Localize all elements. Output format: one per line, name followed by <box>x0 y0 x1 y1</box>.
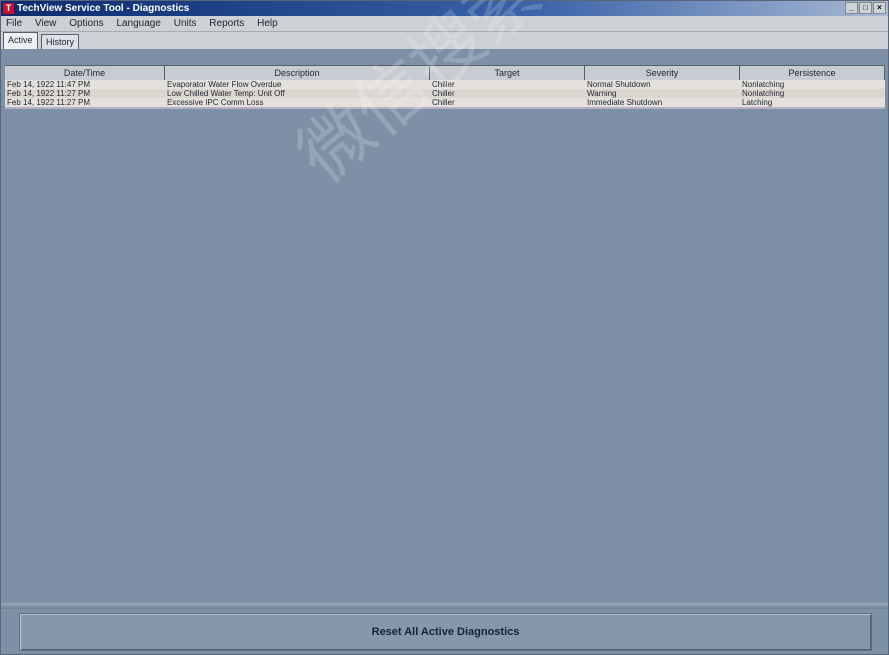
menu-options[interactable]: Options <box>64 16 108 31</box>
menu-view[interactable]: View <box>30 16 62 31</box>
minimize-icon[interactable]: _ <box>845 2 858 14</box>
menu-language[interactable]: Language <box>111 16 166 31</box>
cell-persistence: Nonlatching <box>742 89 785 98</box>
column-header-target[interactable]: Target <box>430 66 585 80</box>
table-row[interactable]: Feb 14, 1922 11:27 PM Excessive IPC Comm… <box>5 98 885 107</box>
table-row[interactable]: Feb 14, 1922 11:27 PM Low Chilled Water … <box>5 89 885 98</box>
cell-datetime: Feb 14, 1922 11:27 PM <box>7 98 91 107</box>
table-header: Date/Time Description Target Severity Pe… <box>5 65 885 81</box>
title-bar: T TechView Service Tool - Diagnostics _ … <box>1 1 888 16</box>
tab-strip: Active History <box>1 32 888 49</box>
menu-file[interactable]: File <box>1 16 27 31</box>
empty-content-area <box>9 113 883 603</box>
column-header-persistence[interactable]: Persistence <box>740 66 885 80</box>
cell-target: Chiller <box>432 89 455 98</box>
cell-persistence: Latching <box>742 98 773 107</box>
cell-datetime: Feb 14, 1922 11:27 PM <box>7 89 91 98</box>
menu-bar: File View Options Language Units Reports… <box>1 16 888 32</box>
window-title: TechView Service Tool - Diagnostics <box>17 3 190 14</box>
reset-all-diagnostics-button[interactable]: Reset All Active Diagnostics <box>19 613 872 651</box>
tab-history[interactable]: History <box>41 34 80 49</box>
cell-severity: Immediate Shutdown <box>587 98 663 107</box>
reset-button-label: Reset All Active Diagnostics <box>371 626 520 638</box>
cell-description: Evaporator Water Flow Overdue <box>167 80 282 89</box>
column-header-datetime[interactable]: Date/Time <box>5 66 165 80</box>
footer-divider <box>1 603 888 609</box>
cell-datetime: Feb 14, 1922 11:47 PM <box>7 80 91 89</box>
cell-persistence: Nonlatching <box>742 80 785 89</box>
cell-description: Low Chilled Water Temp: Unit Off <box>167 89 285 98</box>
menu-help[interactable]: Help <box>252 16 283 31</box>
table-body: Feb 14, 1922 11:47 PM Evaporator Water F… <box>5 80 885 107</box>
close-icon[interactable]: × <box>873 2 886 14</box>
cell-severity: Warning <box>587 89 617 98</box>
app-logo-icon: T <box>3 3 14 14</box>
app-window: T TechView Service Tool - Diagnostics _ … <box>0 0 889 655</box>
diagnostics-table: Date/Time Description Target Severity Pe… <box>5 50 885 120</box>
maximize-icon[interactable]: □ <box>859 2 872 14</box>
tab-active[interactable]: Active <box>3 32 38 49</box>
column-header-description[interactable]: Description <box>165 66 430 80</box>
cell-severity: Normal Shutdown <box>587 80 651 89</box>
column-header-severity[interactable]: Severity <box>585 66 740 80</box>
table-row[interactable]: Feb 14, 1922 11:47 PM Evaporator Water F… <box>5 80 885 89</box>
menu-units[interactable]: Units <box>169 16 202 31</box>
cell-target: Chiller <box>432 98 455 107</box>
menu-reports[interactable]: Reports <box>204 16 249 31</box>
cell-target: Chiller <box>432 80 455 89</box>
table-bottom-border <box>5 107 885 109</box>
cell-description: Excessive IPC Comm Loss <box>167 98 264 107</box>
